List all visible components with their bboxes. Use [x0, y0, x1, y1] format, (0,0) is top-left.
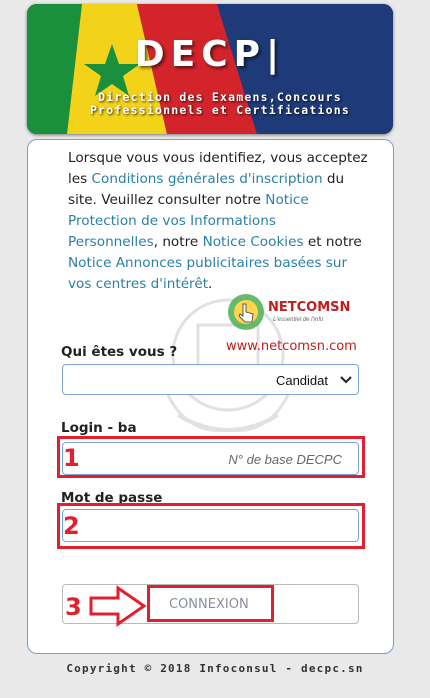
terms-notice: Lorsque vous vous identifiez, vous accep…: [68, 148, 368, 295]
copyright-footer: Copyright © 2018 Infoconsul - decpc.sn: [66, 662, 364, 675]
site-title: DECP|: [134, 34, 286, 75]
annotation-box-connexion: [147, 585, 274, 622]
netcomsn-logo-icon: [228, 294, 264, 330]
subtitle-line-2: Professionnels et Certifications: [90, 103, 350, 117]
netcomsn-url: www.netcomsn.com: [226, 339, 357, 354]
notice-text: .: [208, 276, 213, 292]
netcomsn-brand: NETCOMSN: [268, 300, 351, 315]
notice-text: , notre: [153, 234, 203, 250]
annotation-box-login: [57, 436, 365, 478]
annotation-box-password: [57, 503, 365, 549]
header-banner: DECP| Direction des Examens,Concours Pro…: [27, 4, 393, 134]
user-type-select[interactable]: Candidat: [62, 364, 359, 395]
annotation-number-3: 3: [65, 593, 82, 621]
conditions-link[interactable]: Conditions générales d'inscription: [92, 171, 323, 187]
netcomsn-tagline: L'essentiel de l'info: [273, 317, 324, 323]
annotation-number-1: 1: [63, 444, 80, 472]
site-subtitle: Direction des Examens,Concours Professio…: [57, 91, 383, 117]
login-label: Login - ba: [61, 420, 137, 436]
cookies-notice-link[interactable]: Notice Cookies: [203, 234, 304, 250]
annotation-number-2: 2: [63, 512, 80, 540]
notice-text: et notre: [303, 234, 362, 250]
user-type-label: Qui êtes vous ?: [61, 344, 178, 360]
arrow-right-icon: [89, 585, 147, 627]
login-card: Lorsque vous vous identifiez, vous accep…: [27, 139, 394, 654]
user-type-value: Candidat: [275, 373, 328, 388]
chevron-down-icon: [340, 376, 352, 384]
